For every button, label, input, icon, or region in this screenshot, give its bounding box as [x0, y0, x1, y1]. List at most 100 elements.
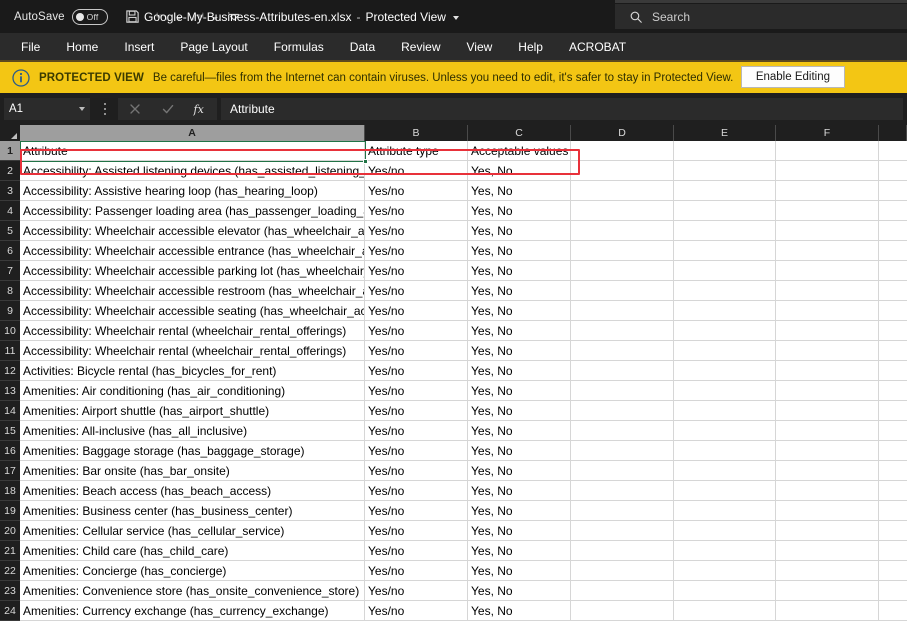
cell-B7[interactable]: Yes/no — [365, 261, 468, 281]
cell-empty[interactable] — [879, 181, 907, 201]
name-box[interactable]: A1 — [4, 98, 90, 120]
cell-A13[interactable]: Amenities: Air conditioning (has_air_con… — [20, 381, 365, 401]
cell-empty[interactable] — [571, 361, 674, 381]
search-input[interactable]: Search — [615, 4, 907, 29]
enter-check-icon[interactable] — [151, 98, 184, 120]
cell-B17[interactable]: Yes/no — [365, 461, 468, 481]
cell-B9[interactable]: Yes/no — [365, 301, 468, 321]
cell-B1[interactable]: Attribute type — [365, 141, 468, 161]
cell-empty[interactable] — [879, 321, 907, 341]
cell-A18[interactable]: Amenities: Beach access (has_beach_acces… — [20, 481, 365, 501]
cell-empty[interactable] — [776, 581, 879, 601]
cell-empty[interactable] — [776, 141, 879, 161]
cell-empty[interactable] — [879, 341, 907, 361]
column-header-b[interactable]: B — [365, 125, 468, 141]
cell-C10[interactable]: Yes, No — [468, 321, 571, 341]
cell-empty[interactable] — [674, 581, 776, 601]
save-icon[interactable] — [120, 5, 146, 29]
cell-A2[interactable]: Accessibility: Assisted listening device… — [20, 161, 365, 181]
cell-C13[interactable]: Yes, No — [468, 381, 571, 401]
cell-A7[interactable]: Accessibility: Wheelchair accessible par… — [20, 261, 365, 281]
cell-A1[interactable]: Attribute — [20, 141, 365, 161]
row-header-4[interactable]: 4 — [0, 201, 20, 221]
cell-empty[interactable] — [776, 361, 879, 381]
cell-A20[interactable]: Amenities: Cellular service (has_cellula… — [20, 521, 365, 541]
cell-empty[interactable] — [776, 201, 879, 221]
cell-empty[interactable] — [879, 201, 907, 221]
row-header-8[interactable]: 8 — [0, 281, 20, 301]
cell-empty[interactable] — [674, 401, 776, 421]
cell-empty[interactable] — [571, 301, 674, 321]
row-header-11[interactable]: 11 — [0, 341, 20, 361]
document-mode-chevron-down-icon[interactable] — [453, 16, 459, 20]
cell-empty[interactable] — [674, 301, 776, 321]
cell-empty[interactable] — [879, 261, 907, 281]
cell-C9[interactable]: Yes, No — [468, 301, 571, 321]
cell-empty[interactable] — [674, 201, 776, 221]
cell-empty[interactable] — [776, 241, 879, 261]
cell-empty[interactable] — [879, 281, 907, 301]
cell-empty[interactable] — [674, 521, 776, 541]
cell-empty[interactable] — [776, 461, 879, 481]
cell-empty[interactable] — [879, 441, 907, 461]
cell-C20[interactable]: Yes, No — [468, 521, 571, 541]
row-header-20[interactable]: 20 — [0, 521, 20, 541]
cell-empty[interactable] — [571, 421, 674, 441]
cancel-x-icon[interactable] — [118, 98, 151, 120]
cell-A6[interactable]: Accessibility: Wheelchair accessible ent… — [20, 241, 365, 261]
cell-empty[interactable] — [571, 601, 674, 621]
cell-empty[interactable] — [674, 321, 776, 341]
cell-empty[interactable] — [571, 461, 674, 481]
cell-empty[interactable] — [674, 501, 776, 521]
cell-empty[interactable] — [674, 601, 776, 621]
cell-C14[interactable]: Yes, No — [468, 401, 571, 421]
cell-empty[interactable] — [674, 181, 776, 201]
cell-C19[interactable]: Yes, No — [468, 501, 571, 521]
row-header-24[interactable]: 24 — [0, 601, 20, 621]
cell-empty[interactable] — [571, 441, 674, 461]
cell-B5[interactable]: Yes/no — [365, 221, 468, 241]
row-header-19[interactable]: 19 — [0, 501, 20, 521]
ribbon-tab-home[interactable]: Home — [53, 35, 111, 59]
cell-B3[interactable]: Yes/no — [365, 181, 468, 201]
cell-C2[interactable]: Yes, No — [468, 161, 571, 181]
cell-empty[interactable] — [776, 321, 879, 341]
cell-empty[interactable] — [674, 281, 776, 301]
cell-empty[interactable] — [571, 401, 674, 421]
cell-C1[interactable]: Acceptable values — [468, 141, 571, 161]
cell-empty[interactable] — [879, 221, 907, 241]
cell-empty[interactable] — [879, 521, 907, 541]
cell-A14[interactable]: Amenities: Airport shuttle (has_airport_… — [20, 401, 365, 421]
document-mode-label[interactable]: Protected View — [365, 10, 446, 24]
cell-empty[interactable] — [879, 561, 907, 581]
cell-empty[interactable] — [571, 161, 674, 181]
ribbon-tab-page-layout[interactable]: Page Layout — [167, 35, 260, 59]
cell-empty[interactable] — [674, 141, 776, 161]
cell-empty[interactable] — [879, 141, 907, 161]
cell-empty[interactable] — [776, 541, 879, 561]
cell-empty[interactable] — [776, 481, 879, 501]
cell-B13[interactable]: Yes/no — [365, 381, 468, 401]
cell-empty[interactable] — [879, 581, 907, 601]
cell-C4[interactable]: Yes, No — [468, 201, 571, 221]
cell-C17[interactable]: Yes, No — [468, 461, 571, 481]
autosave-control[interactable]: AutoSave Off — [14, 9, 108, 25]
column-header-d[interactable]: D — [571, 125, 674, 141]
cell-empty[interactable] — [674, 461, 776, 481]
cell-empty[interactable] — [879, 401, 907, 421]
row-header-21[interactable]: 21 — [0, 541, 20, 561]
cell-A23[interactable]: Amenities: Convenience store (has_onsite… — [20, 581, 365, 601]
row-header-5[interactable]: 5 — [0, 221, 20, 241]
ribbon-tab-data[interactable]: Data — [337, 35, 388, 59]
formula-bar-more-vertical-dots-icon[interactable] — [96, 98, 114, 120]
cell-C8[interactable]: Yes, No — [468, 281, 571, 301]
cell-A16[interactable]: Amenities: Baggage storage (has_baggage_… — [20, 441, 365, 461]
cell-empty[interactable] — [571, 341, 674, 361]
cell-B22[interactable]: Yes/no — [365, 561, 468, 581]
cell-A3[interactable]: Accessibility: Assistive hearing loop (h… — [20, 181, 365, 201]
cell-empty[interactable] — [674, 381, 776, 401]
enable-editing-button[interactable]: Enable Editing — [741, 66, 845, 88]
cell-empty[interactable] — [776, 501, 879, 521]
cell-empty[interactable] — [776, 181, 879, 201]
cell-empty[interactable] — [571, 561, 674, 581]
